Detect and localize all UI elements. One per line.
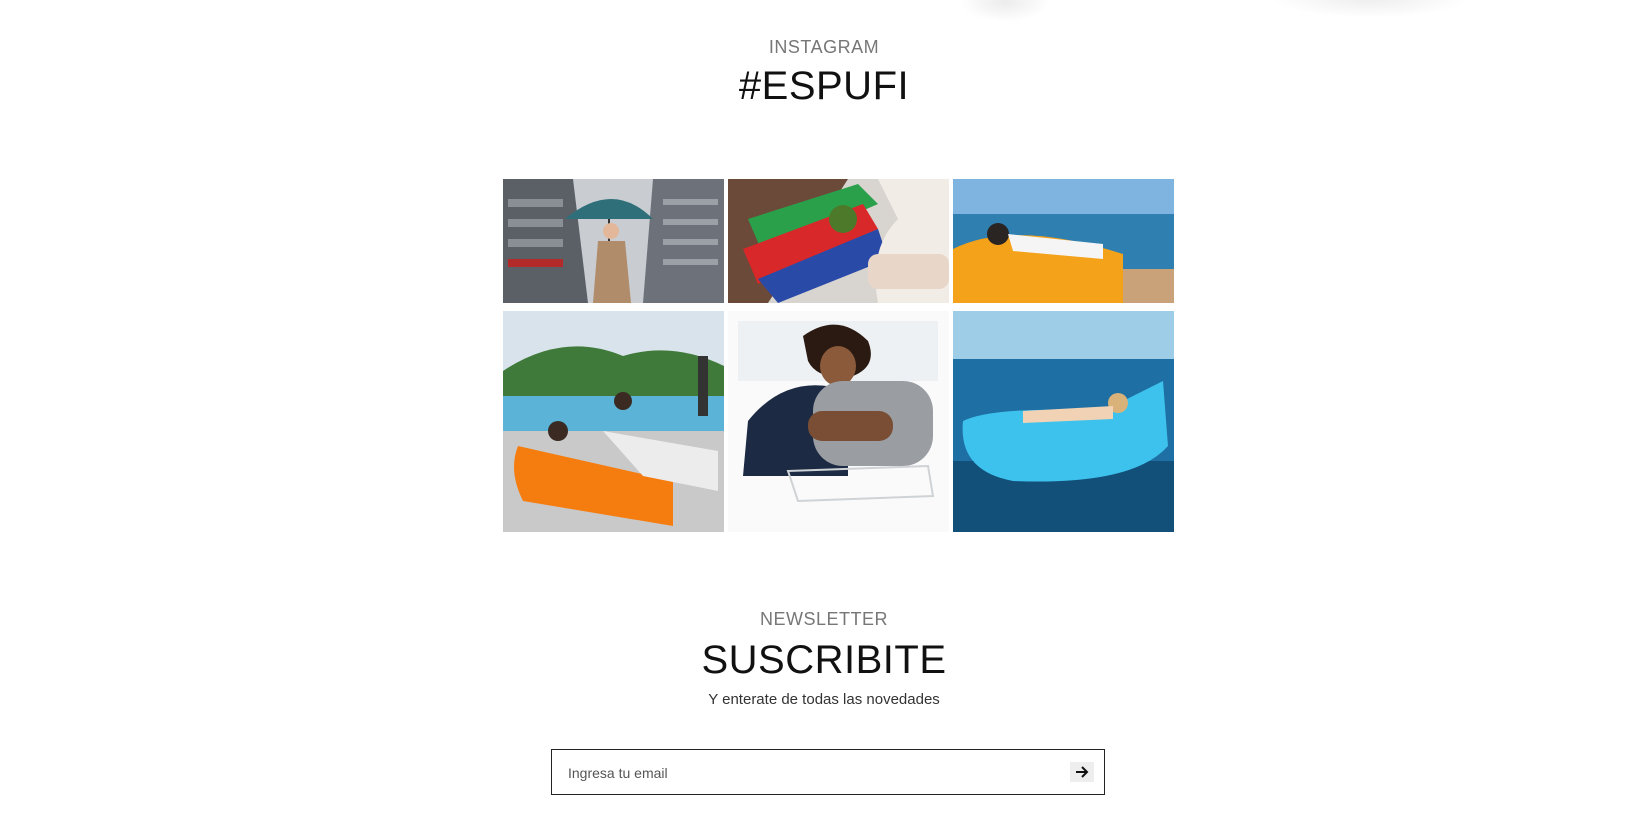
gallery-item-umbrella[interactable] <box>503 179 724 303</box>
instagram-heading: #ESPUFI <box>738 64 910 108</box>
newsletter-kicker: NEWSLETTER <box>759 609 888 629</box>
gallery-image <box>953 311 1174 532</box>
submit-button[interactable] <box>1070 762 1094 782</box>
newsletter-heading: SUSCRIBITE <box>701 638 947 682</box>
gallery-image <box>953 179 1174 303</box>
gallery-item-blue-lounger[interactable] <box>953 311 1174 532</box>
gallery-image <box>728 311 949 532</box>
gallery-item-pool-loungers[interactable] <box>503 311 724 532</box>
newsletter-form <box>551 749 1105 796</box>
email-input[interactable] <box>566 750 1040 796</box>
gallery-image <box>503 179 724 303</box>
gallery-item-travel-pillow[interactable] <box>728 311 949 532</box>
instagram-kicker: INSTAGRAM <box>768 37 880 57</box>
arrow-right-icon <box>1076 766 1089 778</box>
gallery-item-yellow-lounger[interactable] <box>953 179 1174 303</box>
top-decoration <box>940 0 1500 30</box>
gallery-image <box>728 179 949 303</box>
gallery-image <box>503 311 724 532</box>
gallery-item-organizer[interactable] <box>728 179 949 303</box>
newsletter-subtitle: Y enterate de todas las novedades <box>708 691 940 708</box>
